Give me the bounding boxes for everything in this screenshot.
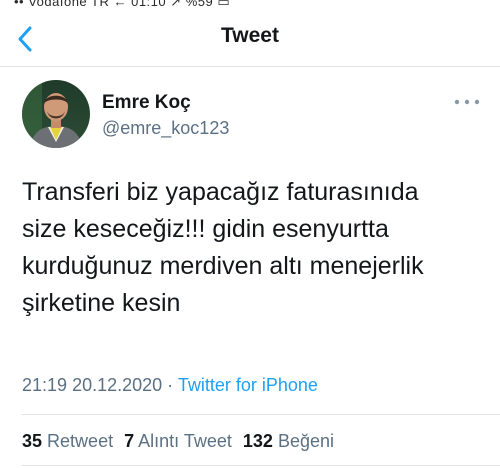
tweet-source-link[interactable]: Twitter for iPhone xyxy=(178,375,318,395)
status-bar-text: •• Vodafone TR ← 01:10 ↗ %59 ▭ xyxy=(14,0,231,9)
status-bar: •• Vodafone TR ← 01:10 ↗ %59 ▭ xyxy=(0,0,500,14)
retweets-stat[interactable]: 35 Retweet xyxy=(22,431,118,451)
author-name[interactable]: Emre Koç xyxy=(102,92,191,114)
page-title: Tweet xyxy=(221,24,279,47)
tweet-stats: 35 Retweet 7 Alıntı Tweet 132 Beğeni xyxy=(22,431,340,452)
profile-photo xyxy=(22,80,90,148)
likes-label: Beğeni xyxy=(277,431,334,451)
retweets-count: 35 xyxy=(22,431,43,451)
divider xyxy=(22,465,500,466)
tweet-time: 21:19 xyxy=(22,375,68,395)
tweet-text: Transferi biz yapacağız faturasınıda siz… xyxy=(22,178,424,317)
quotes-stat[interactable]: 7 Alıntı Tweet xyxy=(124,431,237,451)
tweet-meta: 21:19 · 20.12.2020 · Twitter for iPhone xyxy=(22,375,318,396)
retweets-label: Retweet xyxy=(47,431,114,451)
more-options-button[interactable] xyxy=(452,94,482,110)
header: Tweet xyxy=(0,14,500,67)
avatar[interactable] xyxy=(22,80,90,148)
quotes-label: Alıntı Tweet xyxy=(138,431,232,451)
quotes-count: 7 xyxy=(124,431,135,451)
tweet-date: 20.12.2020 xyxy=(72,375,163,395)
meta-separator: · xyxy=(167,375,174,395)
divider xyxy=(22,414,500,415)
more-horizontal-icon xyxy=(454,99,480,105)
likes-count: 132 xyxy=(242,431,273,451)
likes-stat[interactable]: 132 Beğeni xyxy=(243,431,334,451)
author-handle[interactable]: @emre_koc123 xyxy=(102,118,229,139)
